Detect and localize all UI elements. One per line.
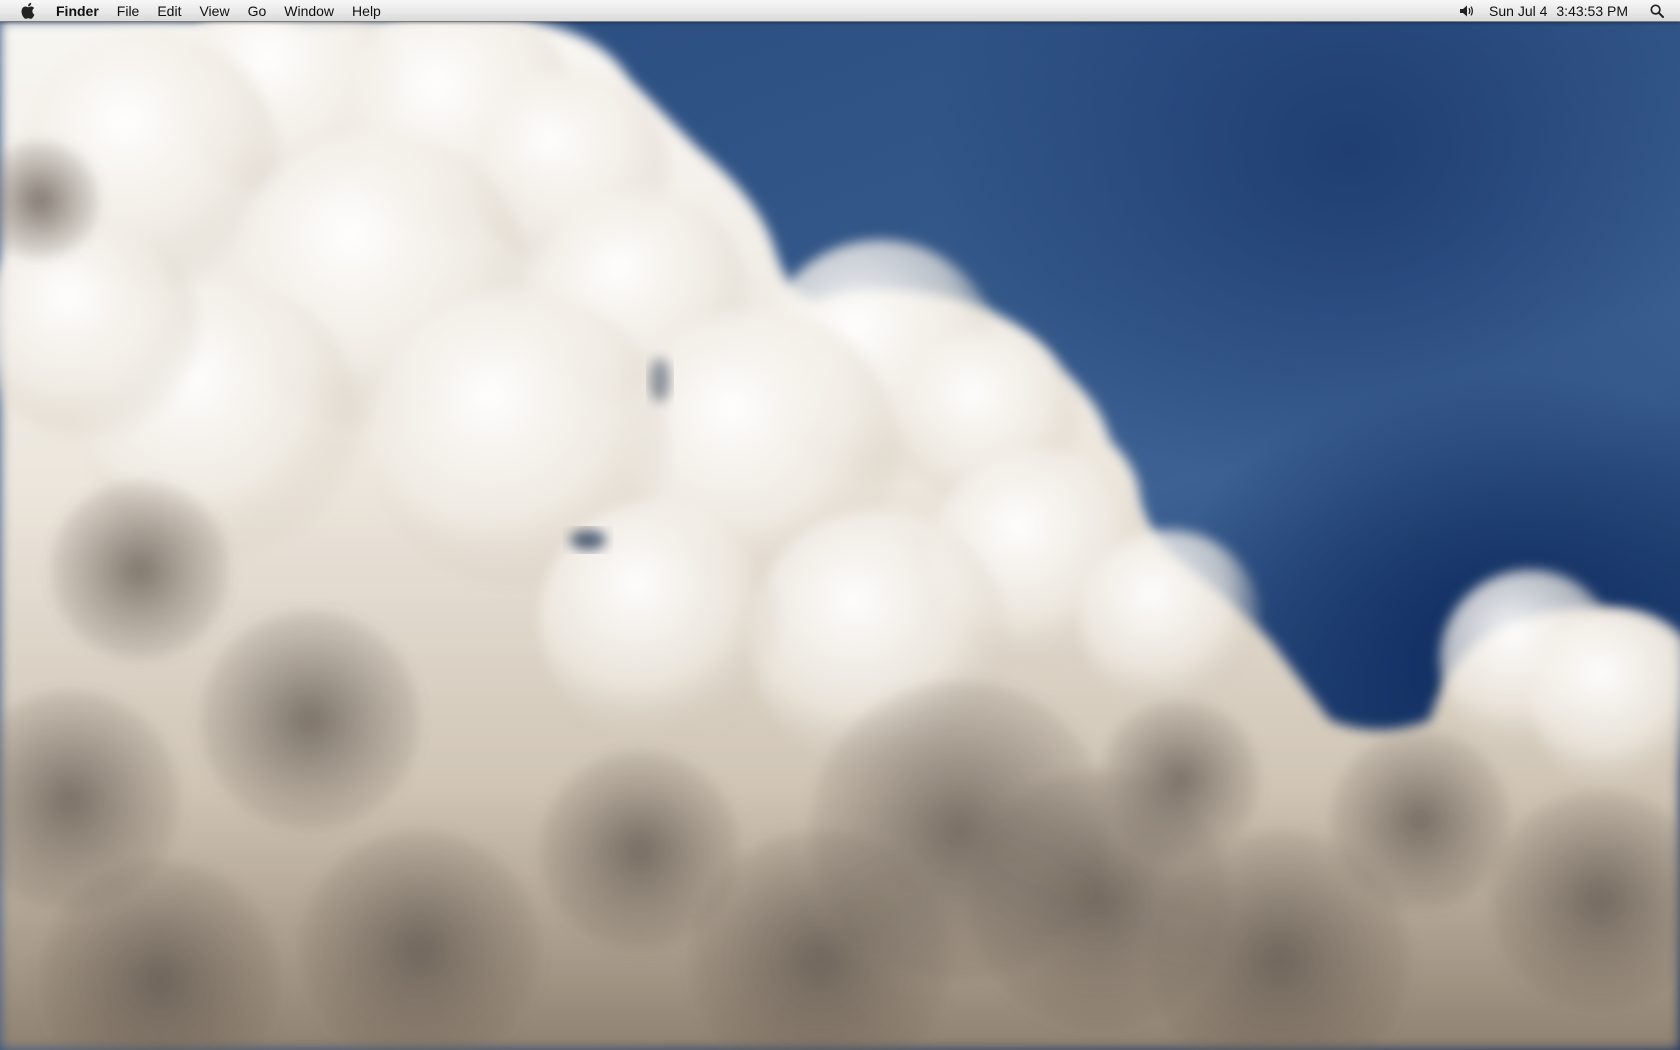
menu-view[interactable]: View: [190, 0, 238, 22]
speaker-volume-icon[interactable]: [1459, 0, 1475, 22]
menu-bar-left: Finder File Edit View Go Window Help: [0, 0, 390, 22]
magnifying-glass-icon[interactable]: [1650, 0, 1664, 22]
menu-edit[interactable]: Edit: [148, 0, 190, 22]
menu-file[interactable]: File: [108, 0, 149, 22]
desktop-wallpaper: [0, 0, 1680, 1050]
clock-time: 3:43:53 PM: [1556, 2, 1628, 19]
menu-bar: Finder File Edit View Go Window Help Sun…: [0, 0, 1680, 22]
menu-go[interactable]: Go: [239, 0, 276, 22]
menu-bar-status-area: Sun Jul 4 3:43:53 PM: [1447, 0, 1680, 22]
apple-logo-icon[interactable]: [18, 0, 36, 22]
menu-help[interactable]: Help: [343, 0, 390, 22]
cloud-wallpaper-image: [0, 0, 1680, 1050]
menu-window[interactable]: Window: [275, 0, 343, 22]
menu-bar-clock[interactable]: Sun Jul 4 3:43:53 PM: [1489, 0, 1628, 22]
clock-date: Sun Jul 4: [1489, 2, 1548, 19]
menu-app-name-finder[interactable]: Finder: [52, 0, 108, 22]
